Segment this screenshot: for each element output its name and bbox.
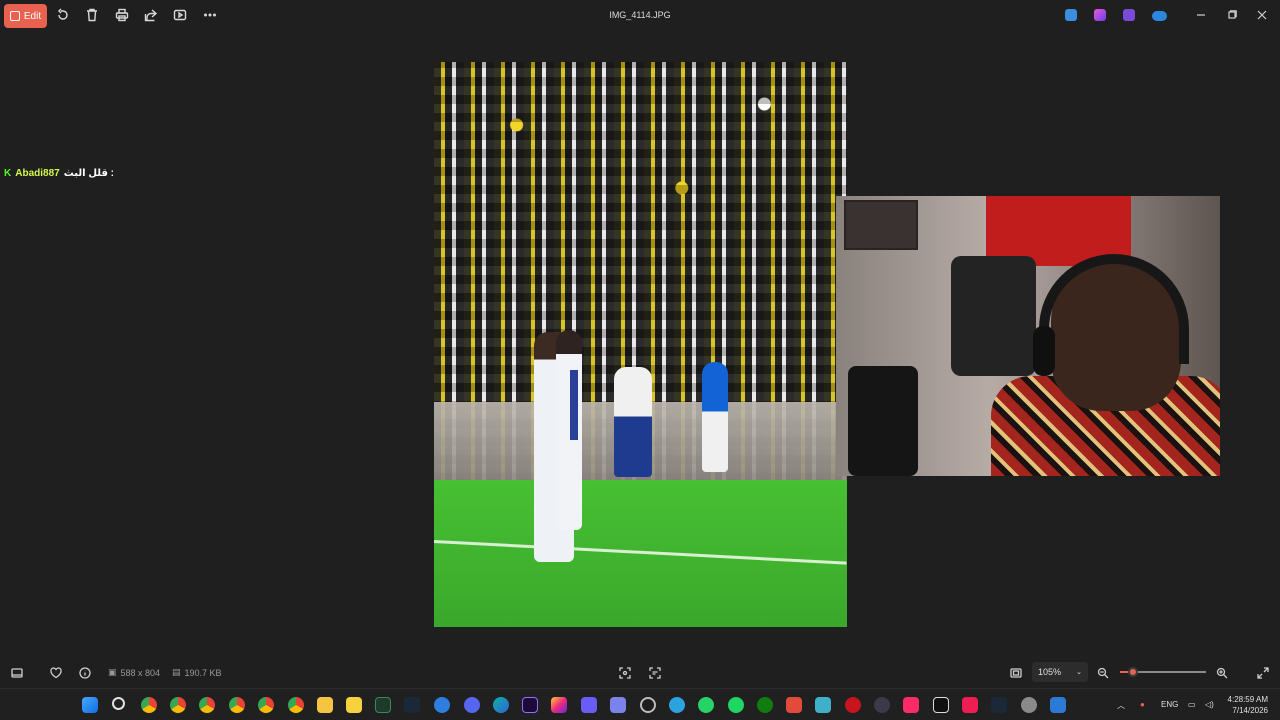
photos-icon[interactable] xyxy=(1050,697,1066,713)
instagram-icon[interactable] xyxy=(551,697,567,713)
zoom-slider-knob[interactable] xyxy=(1127,667,1138,677)
clock[interactable]: 4:28:59 AM 7/14/2026 xyxy=(1226,694,1268,716)
app-icon[interactable] xyxy=(581,697,597,713)
share-icon[interactable] xyxy=(144,8,158,22)
designer-app-icon[interactable] xyxy=(1065,9,1077,21)
crop-focus-icon[interactable] xyxy=(619,666,631,679)
wall-frame xyxy=(844,200,918,250)
steam-icon[interactable] xyxy=(991,697,1007,713)
zoom-out-icon[interactable] xyxy=(1097,666,1109,679)
scan-text-icon[interactable] xyxy=(649,666,661,679)
spotify-icon[interactable] xyxy=(728,697,744,713)
xbox-icon[interactable] xyxy=(757,697,773,713)
volume-icon[interactable]: ◁) xyxy=(1205,700,1214,709)
headphones xyxy=(1039,254,1189,364)
notes-app-icon[interactable] xyxy=(346,697,362,713)
discord-icon[interactable] xyxy=(464,697,480,713)
clock-time: 4:28:59 AM xyxy=(1227,695,1268,704)
chrome-icon[interactable] xyxy=(141,697,157,713)
close-button[interactable] xyxy=(1255,8,1269,22)
edge-icon[interactable] xyxy=(493,697,509,713)
edit-button[interactable]: Edit xyxy=(4,4,47,28)
clipchamp-icon[interactable] xyxy=(1123,9,1135,21)
copilot-icon[interactable] xyxy=(1094,9,1106,21)
edit-label: Edit xyxy=(23,10,42,22)
goalkeeper-figure xyxy=(702,362,728,472)
more-icon[interactable] xyxy=(203,8,217,22)
rotate-icon[interactable] xyxy=(56,8,70,22)
app-icon[interactable] xyxy=(874,697,890,713)
premiere-icon[interactable] xyxy=(522,697,538,713)
network-icon[interactable]: ▭ xyxy=(1188,700,1196,709)
tiktok-icon[interactable] xyxy=(962,697,978,713)
headphone-cup xyxy=(1033,326,1055,376)
slideshow-icon[interactable] xyxy=(173,8,187,22)
player-figure xyxy=(556,330,582,530)
app-icon[interactable] xyxy=(434,697,450,713)
microphone xyxy=(848,366,918,476)
streamer xyxy=(991,254,1220,476)
telegram-icon[interactable] xyxy=(669,697,685,713)
settings-icon[interactable] xyxy=(1021,697,1037,713)
chrome-icon[interactable] xyxy=(258,697,274,713)
start-icon[interactable] xyxy=(82,697,98,713)
webcam-overlay xyxy=(836,196,1220,476)
app-icon[interactable] xyxy=(815,697,831,713)
teams-icon[interactable] xyxy=(610,697,626,713)
whatsapp-icon[interactable] xyxy=(698,697,714,713)
zoom-select[interactable]: 105% ⌄ xyxy=(1032,662,1088,682)
search-icon[interactable] xyxy=(112,697,125,710)
image-dimensions: ▣ 588 x 804 xyxy=(108,667,160,678)
status-bar: ▣ 588 x 804 ▤ 190.7 KB 105% ⌄ xyxy=(0,660,1280,684)
chrome-icon[interactable] xyxy=(170,697,186,713)
edit-icon xyxy=(9,11,20,21)
chevron-up-icon[interactable]: ︿ xyxy=(1117,700,1125,711)
taskbar: ︿ ● ENG ▭ ◁) 4:28:59 AM 7/14/2026 xyxy=(0,688,1280,720)
favorite-icon[interactable] xyxy=(50,666,62,679)
file-size-text: 190.7 KB xyxy=(184,667,222,678)
language-indicator[interactable]: ENG xyxy=(1161,700,1178,709)
app-icon[interactable] xyxy=(845,697,861,713)
info-icon[interactable] xyxy=(79,666,91,679)
obs-icon[interactable] xyxy=(640,697,656,713)
dimensions-icon: ▣ xyxy=(108,667,117,677)
photo-canvas[interactable] xyxy=(434,62,847,627)
chat-message: K Abadi887 قلل البث : xyxy=(4,168,114,179)
steward-figure xyxy=(614,367,652,477)
toolbar: Edit IMG_4114.JPG xyxy=(0,0,1280,32)
print-icon[interactable] xyxy=(115,8,129,22)
file-explorer-icon[interactable] xyxy=(317,697,333,713)
clock-date: 7/14/2026 xyxy=(1232,706,1268,715)
maximize-button[interactable] xyxy=(1225,8,1239,22)
delete-icon[interactable] xyxy=(85,8,99,22)
chat-username: Abadi887 xyxy=(15,168,60,179)
onedrive-icon[interactable] xyxy=(1152,11,1167,21)
fullscreen-icon[interactable] xyxy=(1257,666,1269,679)
chrome-icon[interactable] xyxy=(288,697,304,713)
zoom-value: 105% xyxy=(1038,667,1062,677)
chrome-icon[interactable] xyxy=(229,697,245,713)
excel-icon[interactable] xyxy=(375,697,391,713)
file-size-icon: ▤ xyxy=(172,667,181,677)
steam-icon[interactable] xyxy=(404,697,420,713)
dimensions-text: 588 x 804 xyxy=(120,667,161,678)
filmstrip-icon[interactable] xyxy=(11,666,23,678)
app-icon[interactable] xyxy=(903,697,919,713)
file-title: IMG_4114.JPG xyxy=(609,10,671,20)
fit-to-window-icon[interactable] xyxy=(1010,666,1022,678)
kick-icon: K xyxy=(4,168,12,179)
chevron-down-icon: ⌄ xyxy=(1076,669,1082,676)
file-size: ▤ 190.7 KB xyxy=(172,667,222,678)
chrome-icon[interactable] xyxy=(199,697,215,713)
capcut-icon[interactable] xyxy=(933,697,949,713)
minimize-button[interactable] xyxy=(1194,8,1208,22)
zoom-in-icon[interactable] xyxy=(1216,666,1228,679)
chat-text: قلل البث : xyxy=(63,168,114,179)
zoom-slider[interactable] xyxy=(1120,667,1206,677)
microphone-icon[interactable]: ● xyxy=(1140,700,1145,709)
app-icon[interactable] xyxy=(786,697,802,713)
